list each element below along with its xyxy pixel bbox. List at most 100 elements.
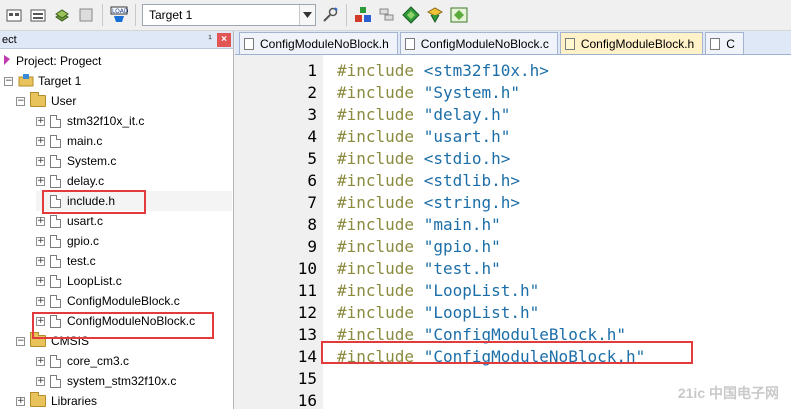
expand-icon[interactable]: +	[36, 376, 45, 386]
tree-file-item[interactable]: + usart.c	[36, 211, 103, 231]
code-line[interactable]: #include "usart.h"	[337, 125, 510, 147]
code-argument: <string.h>	[414, 192, 521, 212]
editor: ConfigModuleNoBlock.h ConfigModuleNoBlock…	[235, 31, 791, 409]
batch-build-icon[interactable]	[52, 5, 72, 25]
code-argument: "test.h"	[414, 258, 501, 278]
code-line[interactable]: #include "gpio.h"	[337, 235, 501, 257]
collapse-icon[interactable]: −	[4, 76, 13, 86]
editor-tab[interactable]: ConfigModuleNoBlock.c	[399, 32, 558, 54]
code-argument: "usart.h"	[414, 126, 511, 146]
highlight-configmodulenoblock-c	[32, 312, 214, 339]
tree-file-label: gpio.c	[67, 234, 100, 248]
expand-icon[interactable]: +	[36, 256, 45, 266]
expand-icon[interactable]: +	[16, 396, 25, 406]
line-number-gutter: 1 2 3 4 5 6 7 8 9 10 11 12 13 14 15 16	[235, 55, 323, 409]
target-select-value: Target 1	[149, 8, 193, 22]
editor-tab[interactable]: ConfigModuleBlock.h	[559, 32, 704, 54]
code-argument: "LoopList.h"	[414, 280, 540, 300]
code-line[interactable]: #include <stm32f10x.h>	[337, 59, 549, 81]
tree-file-label: core_cm3.c	[67, 354, 130, 368]
file-icon	[50, 254, 61, 268]
manage-components-icon[interactable]	[353, 5, 373, 25]
batch-setup-icon[interactable]	[449, 5, 469, 25]
tree-file-item[interactable]: + gpio.c	[36, 231, 99, 251]
expand-icon[interactable]: +	[36, 296, 45, 306]
editor-tab[interactable]: C	[705, 32, 744, 54]
build-icon[interactable]	[28, 5, 48, 25]
code-line[interactable]: #include <stdio.h>	[337, 147, 510, 169]
editor-tab-label: ConfigModuleNoBlock.c	[420, 36, 549, 51]
tree-file-item[interactable]: + main.c	[36, 131, 102, 151]
line-number: 13	[297, 324, 317, 344]
line-number: 11	[297, 280, 317, 300]
code-argument: <stm32f10x.h>	[414, 60, 549, 80]
close-icon[interactable]: ×	[217, 32, 231, 47]
load-icon[interactable]: LOAD	[109, 5, 129, 25]
tree-file-item[interactable]: + test.c	[36, 251, 96, 271]
project-icon	[2, 53, 12, 70]
line-number: 2	[307, 82, 317, 102]
pack-icon[interactable]	[425, 5, 445, 25]
group-label: Libraries	[51, 394, 98, 408]
tree-file-label: system_stm32f10x.c	[67, 374, 177, 388]
collapse-icon[interactable]: −	[16, 336, 25, 346]
tree-file-item[interactable]: + ConfigModuleBlock.c	[36, 291, 180, 311]
target-select[interactable]: Target 1	[142, 4, 316, 26]
tree-file-label: stm32f10x_it.c	[67, 114, 145, 128]
tree-file-item[interactable]: + stm32f10x_it.c	[36, 111, 144, 131]
watermark: 21ic 中国电子网	[677, 385, 779, 401]
target-node[interactable]: − Target 1	[4, 71, 81, 91]
code-argument: <stdio.h>	[414, 148, 511, 168]
expand-icon[interactable]: +	[36, 236, 45, 246]
line-number: 9	[307, 236, 317, 256]
rebuild-icon[interactable]	[76, 5, 96, 25]
code-line[interactable]: #include <string.h>	[337, 191, 520, 213]
toolbar: LOAD Target 1	[0, 0, 791, 31]
tree-file-label: System.c	[67, 154, 117, 168]
code-argument: "System.h"	[414, 82, 521, 102]
tree-file-item[interactable]: + System.c	[36, 151, 116, 171]
group-user[interactable]: − User	[16, 91, 76, 111]
tree-file-item[interactable]: + LoopList.c	[36, 271, 122, 291]
tree-file-item[interactable]: + core_cm3.c	[36, 351, 129, 371]
toolbar-separator	[346, 4, 347, 26]
target-label: Target 1	[38, 74, 82, 88]
expand-icon[interactable]: +	[36, 216, 45, 226]
editor-tab-label: C	[726, 36, 735, 51]
project-root[interactable]: Project: Progect	[2, 51, 101, 71]
expand-icon[interactable]: +	[36, 116, 45, 126]
folder-icon	[30, 92, 46, 107]
code-line[interactable]: #include "LoopList.h"	[337, 301, 539, 323]
expand-icon[interactable]: +	[36, 136, 45, 146]
file-icon	[50, 154, 61, 168]
collapse-icon[interactable]: −	[16, 96, 25, 106]
code-line[interactable]: #include <stdlib.h>	[337, 169, 520, 191]
code-line[interactable]: #include "delay.h"	[337, 103, 510, 125]
editor-tab-label: ConfigModuleNoBlock.h	[260, 36, 389, 51]
tree-file-item[interactable]: + delay.c	[36, 171, 104, 191]
options-icon[interactable]	[320, 5, 340, 25]
extension-icon[interactable]	[377, 5, 397, 25]
code-line[interactable]: #include "main.h"	[337, 213, 501, 235]
code-line[interactable]: #include "LoopList.h"	[337, 279, 539, 301]
code-line[interactable]: #include "System.h"	[337, 81, 520, 103]
code-keyword: #include	[337, 82, 415, 102]
line-number: 16	[297, 390, 317, 409]
file-icon	[50, 294, 61, 308]
expand-icon[interactable]: +	[36, 176, 45, 186]
expand-icon[interactable]: +	[36, 156, 45, 166]
tree-file-item[interactable]: + system_stm32f10x.c	[36, 371, 176, 391]
group-libraries[interactable]: + Libraries	[16, 391, 97, 409]
code-keyword: #include	[337, 104, 415, 124]
file-icon	[50, 114, 61, 128]
code-keyword: #include	[337, 60, 415, 80]
pin-icon[interactable]: ¹	[203, 32, 217, 48]
expand-icon[interactable]: +	[36, 356, 45, 366]
chevron-down-icon[interactable]	[299, 5, 315, 25]
expand-icon[interactable]: +	[36, 276, 45, 286]
translate-icon[interactable]	[4, 5, 24, 25]
file-icon	[50, 214, 61, 228]
code-line[interactable]: #include "test.h"	[337, 257, 501, 279]
editor-tab[interactable]: ConfigModuleNoBlock.h	[239, 32, 398, 54]
diamond-icon[interactable]	[401, 5, 421, 25]
